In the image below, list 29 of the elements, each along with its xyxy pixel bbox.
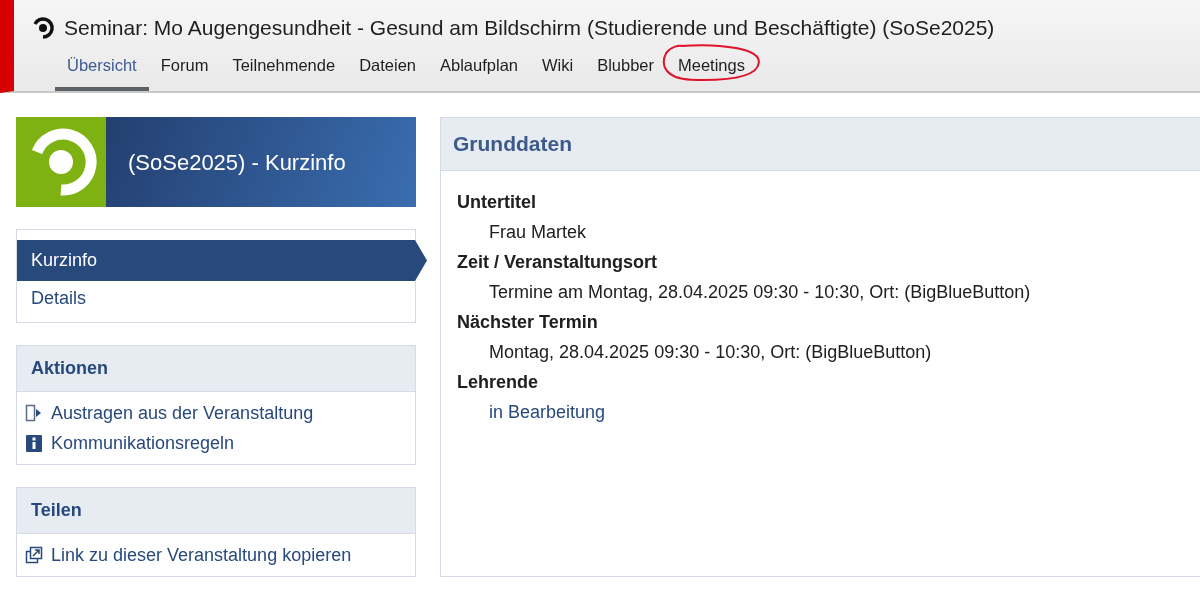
nav-tab[interactable]: Forum bbox=[148, 49, 221, 91]
info-icon bbox=[25, 433, 43, 453]
field-value: Frau Martek bbox=[488, 220, 588, 244]
field-label: Zeit / Veranstaltungsort bbox=[457, 250, 659, 274]
door-icon bbox=[25, 403, 43, 423]
action-link[interactable]: Austragen aus der Veranstaltung bbox=[51, 400, 314, 426]
field-value: Montag, 28.04.2025 09:30 - 10:30, Ort: (BigBlueButton) bbox=[488, 340, 933, 364]
nav-tab[interactable]: Blubber bbox=[585, 49, 666, 91]
course-title: Seminar: Mo Augengesundheit - Gesund am Bildschirm (Studierende und Beschäftigte) (SoSe2025) bbox=[64, 15, 995, 42]
action-link[interactable]: Kommunikationsregeln bbox=[51, 430, 235, 456]
field-label: Lehrende bbox=[457, 370, 540, 394]
panel-title: Grunddaten bbox=[441, 118, 1200, 171]
section-title: Teilen bbox=[17, 488, 415, 534]
sidebar-nav-item[interactable]: Kurzinfo bbox=[17, 240, 427, 281]
banner-title: (SoSe2025) - Kurzinfo bbox=[128, 148, 346, 177]
nav-tab[interactable]: Teilnehmende bbox=[220, 49, 348, 91]
nav-tab[interactable]: Meetings bbox=[666, 49, 757, 91]
sidebar-nav-item[interactable]: Details bbox=[17, 281, 415, 316]
action-link[interactable]: Link zu dieser Veranstaltung kopieren bbox=[51, 542, 352, 568]
field-value: Termine am Montag, 28.04.2025 09:30 - 10:30, Ort: (BigBlueButton) bbox=[488, 280, 1032, 304]
lecturer-link[interactable]: in Bearbeitung bbox=[457, 396, 1184, 427]
copy-link-icon bbox=[25, 545, 43, 565]
field-label: Untertitel bbox=[457, 190, 537, 214]
field-label: Nächster Termin bbox=[457, 310, 599, 334]
section-title: Aktionen bbox=[17, 346, 415, 392]
nav-tab[interactable]: Wiki bbox=[530, 49, 586, 91]
nav-tab[interactable]: Ablaufplan bbox=[428, 49, 530, 91]
nav-tab[interactable]: Dateien bbox=[347, 49, 428, 91]
nav-tab[interactable]: Übersicht bbox=[55, 49, 149, 91]
